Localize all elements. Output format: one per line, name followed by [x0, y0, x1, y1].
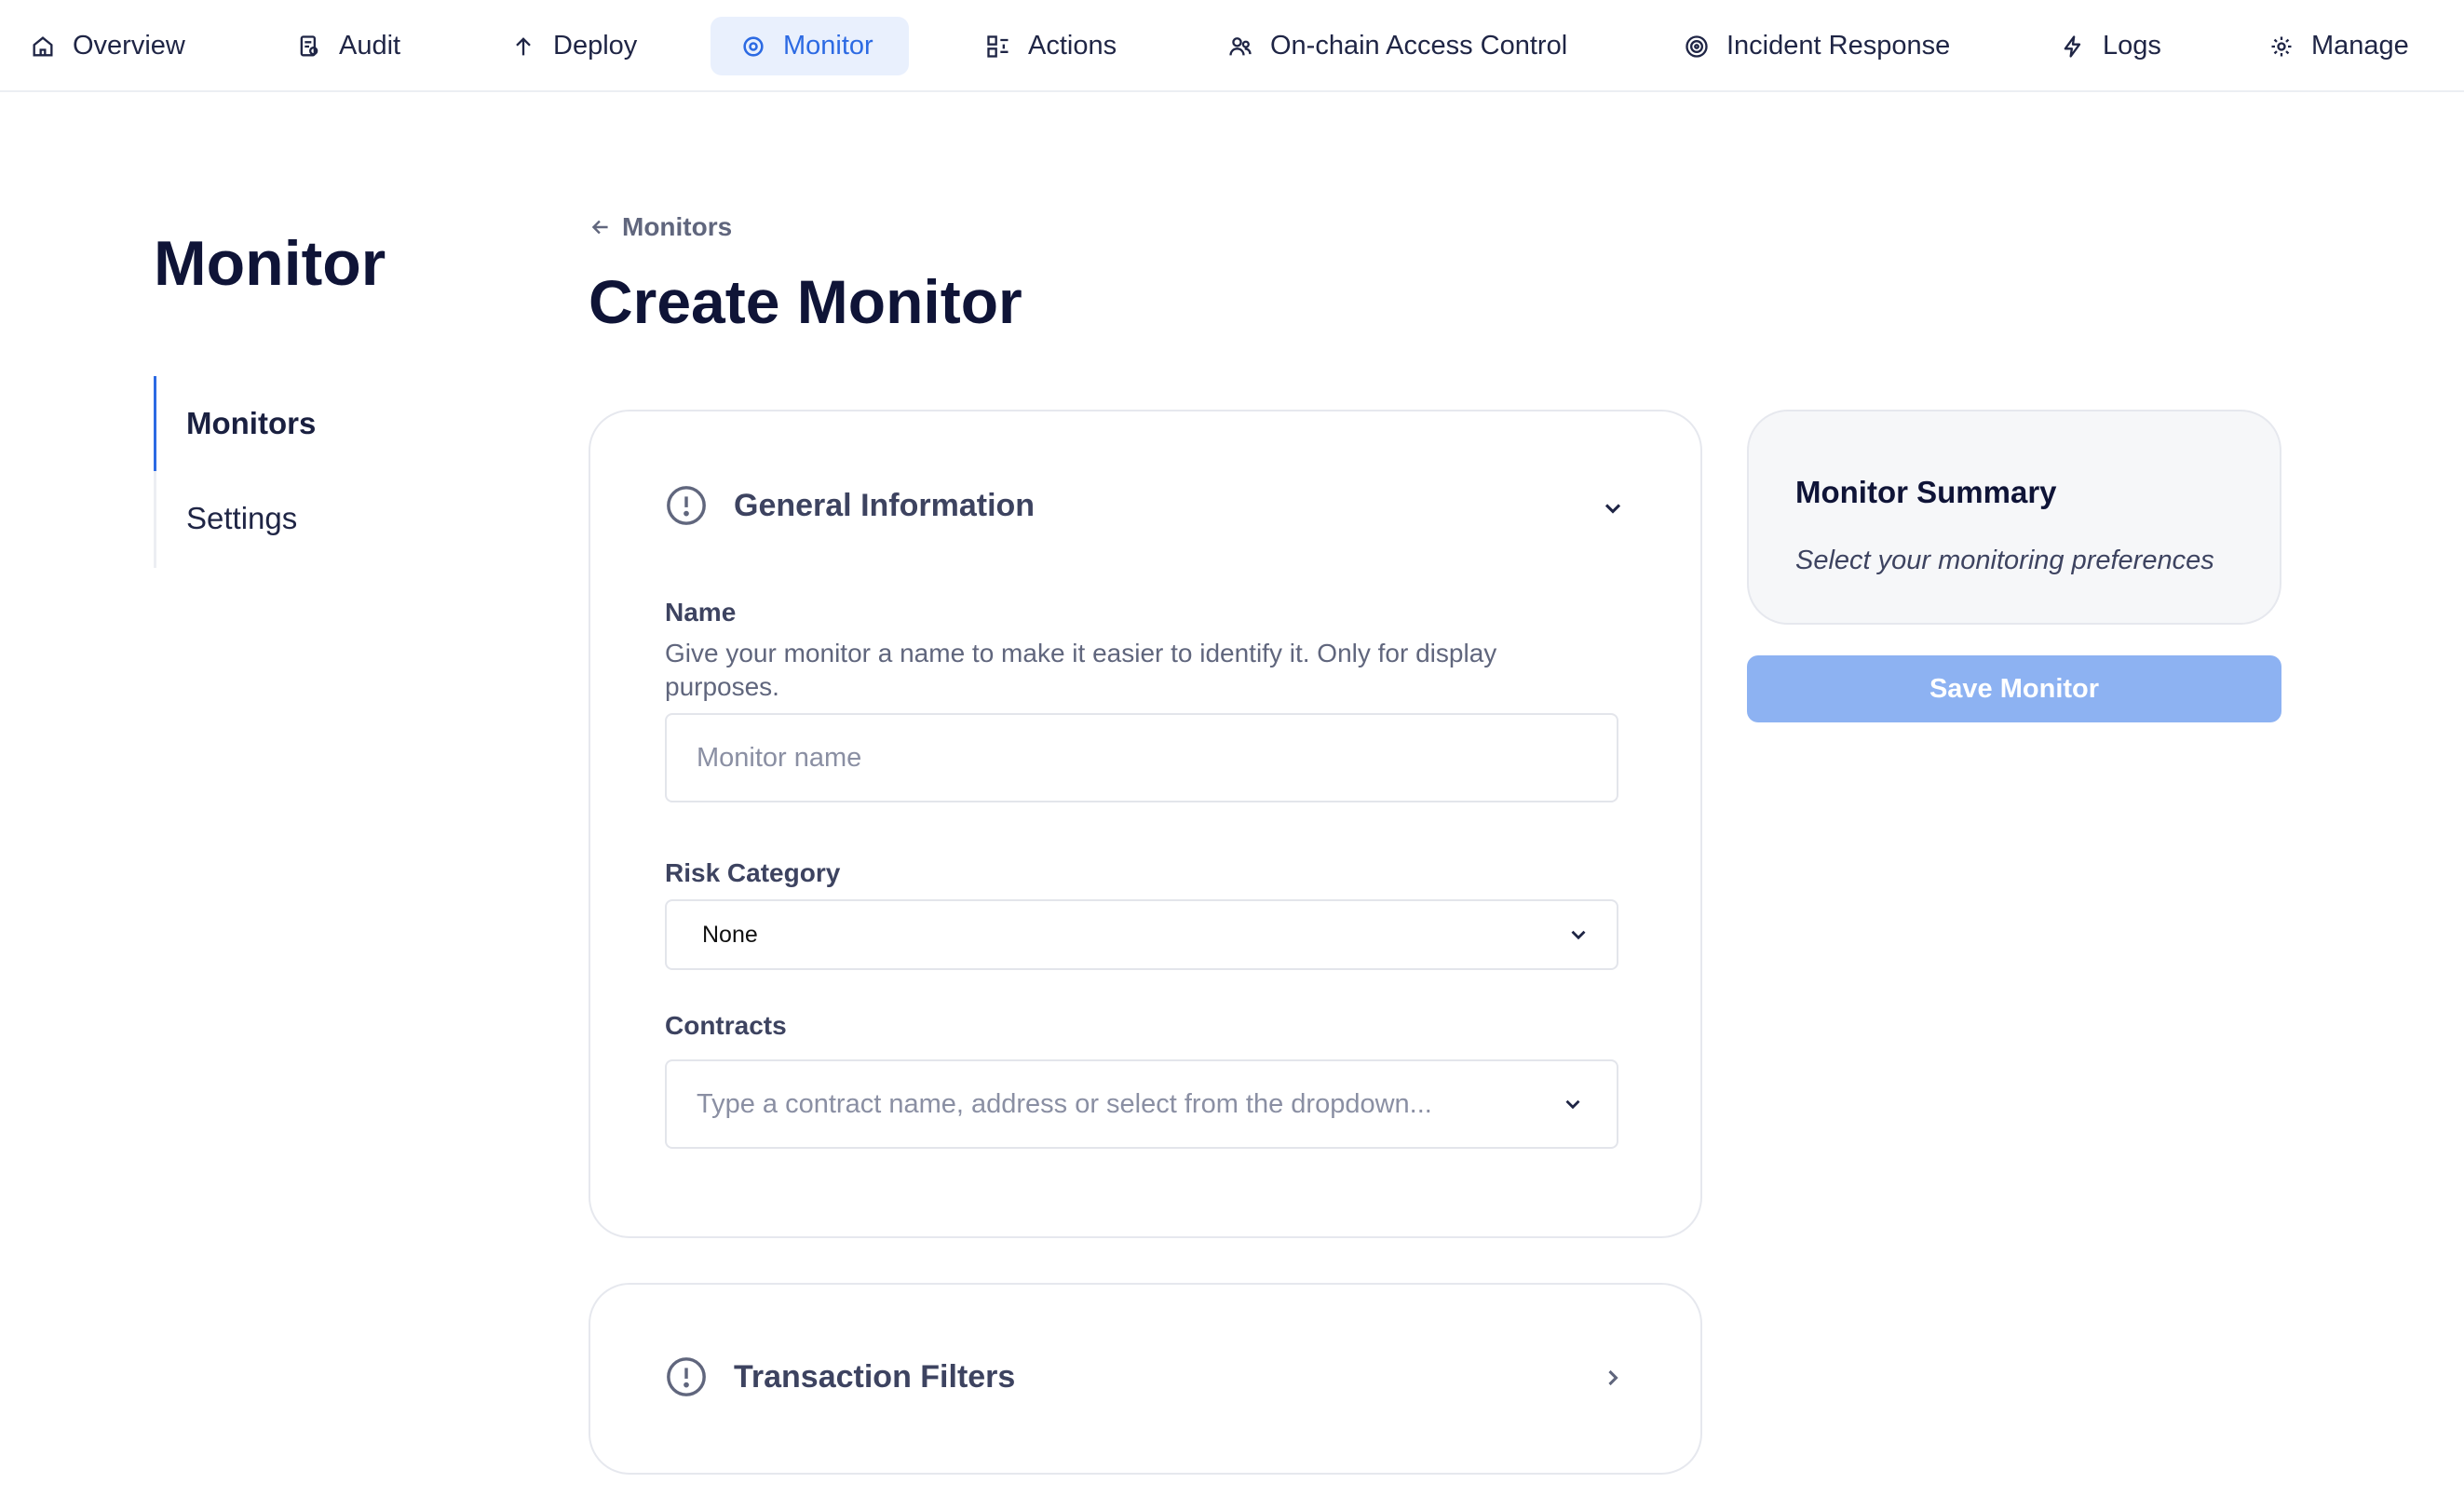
nav-label: Logs: [2103, 31, 2161, 61]
section-title: General Information: [734, 487, 1036, 523]
nav-item-incident-response[interactable]: Incident Response: [1654, 17, 1980, 75]
back-to-monitors-link[interactable]: Monitors: [589, 212, 732, 242]
nav-label: Incident Response: [1726, 31, 1951, 61]
monitor-name-input[interactable]: Monitor name: [665, 713, 1618, 802]
general-information-card: General Information Name Give your monit…: [589, 410, 1702, 1238]
summary-title: Monitor Summary: [1795, 475, 2057, 509]
actions-icon: [985, 34, 1011, 60]
back-label: Monitors: [622, 212, 733, 241]
nav-item-deploy[interactable]: Deploy: [481, 17, 667, 75]
sidebar-item-settings[interactable]: Settings: [186, 501, 297, 536]
transaction-filters-header[interactable]: Transaction Filters: [665, 1355, 1015, 1398]
bolt-icon: [2060, 34, 2086, 60]
chevron-right-icon[interactable]: [1600, 1365, 1626, 1391]
nav-label: Manage: [2311, 31, 2409, 61]
risk-category-label: Risk Category: [665, 858, 841, 887]
save-monitor-button[interactable]: Save Monitor: [1747, 655, 2281, 722]
chevron-down-icon[interactable]: [1600, 495, 1626, 521]
alert-circle-icon: [667, 486, 706, 525]
nav-label: Monitor: [783, 31, 873, 61]
nav-item-actions[interactable]: Actions: [955, 17, 1146, 75]
nav-item-manage[interactable]: Manage: [2239, 17, 2439, 75]
section-title: Transaction Filters: [734, 1358, 1016, 1395]
contracts-placeholder: Type a contract name, address or select …: [697, 1088, 1432, 1119]
chevron-down-icon: [1571, 930, 1586, 940]
radar-icon: [1684, 34, 1710, 60]
monitor-summary-panel: Monitor Summary Select your monitoring p…: [1747, 410, 2281, 625]
sidebar-title: Monitor: [154, 228, 386, 299]
nav-label: On-chain Access Control: [1270, 31, 1568, 61]
risk-category-value: None: [702, 921, 758, 948]
chevron-down-icon: [1565, 1099, 1580, 1110]
general-information-header[interactable]: General Information: [665, 484, 1035, 527]
arrow-left-icon: [591, 220, 608, 235]
page-title: Create Monitor: [589, 267, 1022, 336]
name-help-text: Give your monitor a name to make it easi…: [665, 639, 1497, 701]
audit-icon: [296, 34, 322, 60]
users-icon: [1227, 34, 1253, 60]
nav-item-access-control[interactable]: On-chain Access Control: [1198, 17, 1597, 75]
nav-label: Overview: [73, 31, 185, 61]
monitor-name-placeholder: Monitor name: [697, 742, 862, 773]
nav-label: Deploy: [553, 31, 638, 61]
sidebar-active-indicator: [154, 376, 156, 471]
alert-circle-icon: [667, 1357, 706, 1396]
nav-item-audit[interactable]: Audit: [266, 17, 430, 75]
transaction-filters-card[interactable]: Transaction Filters: [589, 1283, 1702, 1475]
contracts-select-input[interactable]: Type a contract name, address or select …: [665, 1059, 1618, 1149]
nav-item-overview[interactable]: Overview: [0, 17, 215, 75]
nav-label: Actions: [1028, 31, 1117, 61]
target-icon: [740, 34, 766, 60]
contracts-label: Contracts: [665, 1011, 787, 1040]
sidebar-item-monitors[interactable]: Monitors: [186, 406, 316, 441]
risk-category-select[interactable]: None: [665, 899, 1618, 970]
home-icon: [30, 34, 56, 60]
gear-icon: [2268, 34, 2295, 60]
name-label: Name: [665, 598, 737, 627]
nav-label: Audit: [339, 31, 401, 61]
nav-item-logs[interactable]: Logs: [2030, 17, 2191, 75]
top-navigation: Overview Audit Deploy Monitor Actions On…: [0, 0, 2464, 92]
nav-item-monitor[interactable]: Monitor: [711, 17, 909, 75]
summary-subtitle: Select your monitoring preferences: [1795, 546, 2214, 575]
upload-arrow-icon: [510, 34, 536, 60]
